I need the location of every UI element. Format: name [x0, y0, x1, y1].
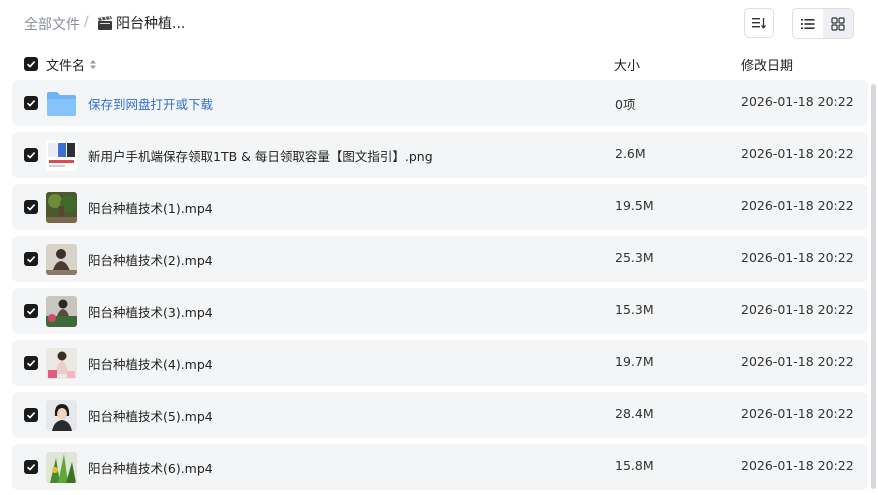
- top-bar: 全部文件 / 阳台种植...: [0, 0, 878, 46]
- file-size: 15.8M: [615, 458, 654, 473]
- name-column-label: 文件名: [46, 59, 86, 74]
- file-date: 2026-01-18 20:22: [741, 146, 854, 161]
- video-thumbnail: [46, 296, 77, 327]
- file-name[interactable]: 阳台种植技术(3).mp4: [88, 302, 213, 321]
- column-header: 文件名 大小 修改日期: [0, 50, 878, 78]
- video-thumbnail: [46, 452, 77, 483]
- video-thumbnail: [46, 400, 77, 431]
- check-icon: [26, 204, 36, 211]
- sort-toggle-icon: [90, 60, 97, 69]
- breadcrumb-separator: /: [84, 14, 89, 30]
- file-size: 0项: [615, 97, 636, 112]
- file-date: 2026-01-18 20:22: [741, 458, 854, 473]
- row-checkbox[interactable]: [24, 96, 38, 110]
- folder-icon: [46, 88, 77, 119]
- date-column-header[interactable]: 修改日期: [741, 55, 793, 74]
- image-thumbnail: [46, 140, 77, 171]
- breadcrumb-root[interactable]: 全部文件: [24, 14, 80, 34]
- row-checkbox[interactable]: [24, 148, 38, 162]
- select-all-checkbox[interactable]: [24, 57, 38, 71]
- file-size: 19.7M: [615, 354, 654, 369]
- view-toggle: [792, 8, 854, 39]
- clapperboard-icon: [98, 16, 112, 30]
- table-row[interactable]: 阳台种植技术(6).mp4 15.8M 2026-01-18 20:22: [12, 444, 868, 490]
- check-icon: [26, 61, 36, 68]
- file-name[interactable]: 阳台种植技术(5).mp4: [88, 406, 213, 425]
- check-icon: [26, 308, 36, 315]
- row-checkbox[interactable]: [24, 356, 38, 370]
- sort-button[interactable]: [744, 8, 774, 38]
- table-row[interactable]: 新用户手机端保存领取1TB & 每日领取容量【图文指引】.png 2.6M 20…: [12, 132, 868, 178]
- file-date: 2026-01-18 20:22: [741, 250, 854, 265]
- video-thumbnail: [46, 348, 77, 379]
- row-checkbox[interactable]: [24, 200, 38, 214]
- sort-icon: [752, 18, 766, 29]
- table-row[interactable]: 保存到网盘打开或下载 0项 2026-01-18 20:22: [12, 80, 868, 126]
- scrollbar[interactable]: [871, 84, 876, 489]
- size-column-header[interactable]: 大小: [614, 55, 640, 74]
- table-row[interactable]: 阳台种植技术(4).mp4 19.7M 2026-01-18 20:22: [12, 340, 868, 386]
- check-icon: [26, 464, 36, 471]
- file-name[interactable]: 阳台种植技术(6).mp4: [88, 458, 213, 477]
- file-size: 28.4M: [615, 406, 654, 421]
- file-date: 2026-01-18 20:22: [741, 198, 854, 213]
- file-name[interactable]: 阳台种植技术(2).mp4: [88, 250, 213, 269]
- file-name[interactable]: 阳台种植技术(1).mp4: [88, 198, 213, 217]
- file-name[interactable]: 保存到网盘打开或下载: [88, 94, 213, 113]
- grid-view-icon: [831, 16, 845, 31]
- file-size: 19.5M: [615, 198, 654, 213]
- check-icon: [26, 360, 36, 367]
- file-date: 2026-01-18 20:22: [741, 406, 854, 421]
- check-icon: [26, 100, 36, 107]
- table-row[interactable]: 阳台种植技术(5).mp4 28.4M 2026-01-18 20:22: [12, 392, 868, 438]
- breadcrumb-current: 阳台种植...: [97, 13, 185, 33]
- check-icon: [26, 256, 36, 263]
- row-checkbox[interactable]: [24, 408, 38, 422]
- check-icon: [26, 152, 36, 159]
- video-thumbnail: [46, 192, 77, 223]
- name-column-header[interactable]: 文件名: [46, 55, 97, 74]
- breadcrumb-current-label: 阳台种植...: [116, 16, 186, 32]
- table-row[interactable]: 阳台种植技术(2).mp4 25.3M 2026-01-18 20:22: [12, 236, 868, 282]
- table-row[interactable]: 阳台种植技术(1).mp4 19.5M 2026-01-18 20:22: [12, 184, 868, 230]
- file-size: 2.6M: [615, 146, 646, 161]
- video-thumbnail: [46, 244, 77, 275]
- table-row[interactable]: 阳台种植技术(3).mp4 15.3M 2026-01-18 20:22: [12, 288, 868, 334]
- file-name[interactable]: 阳台种植技术(4).mp4: [88, 354, 213, 373]
- file-date: 2026-01-18 20:22: [741, 354, 854, 369]
- grid-view-button[interactable]: [823, 9, 853, 38]
- file-date: 2026-01-18 20:22: [741, 302, 854, 317]
- row-checkbox[interactable]: [24, 304, 38, 318]
- file-size: 15.3M: [615, 302, 654, 317]
- check-icon: [26, 412, 36, 419]
- row-checkbox[interactable]: [24, 460, 38, 474]
- file-size: 25.3M: [615, 250, 654, 265]
- list-view-button[interactable]: [793, 9, 823, 38]
- file-date: 2026-01-18 20:22: [741, 94, 854, 109]
- list-view-icon: [801, 18, 815, 29]
- row-checkbox[interactable]: [24, 252, 38, 266]
- file-name[interactable]: 新用户手机端保存领取1TB & 每日领取容量【图文指引】.png: [88, 146, 433, 165]
